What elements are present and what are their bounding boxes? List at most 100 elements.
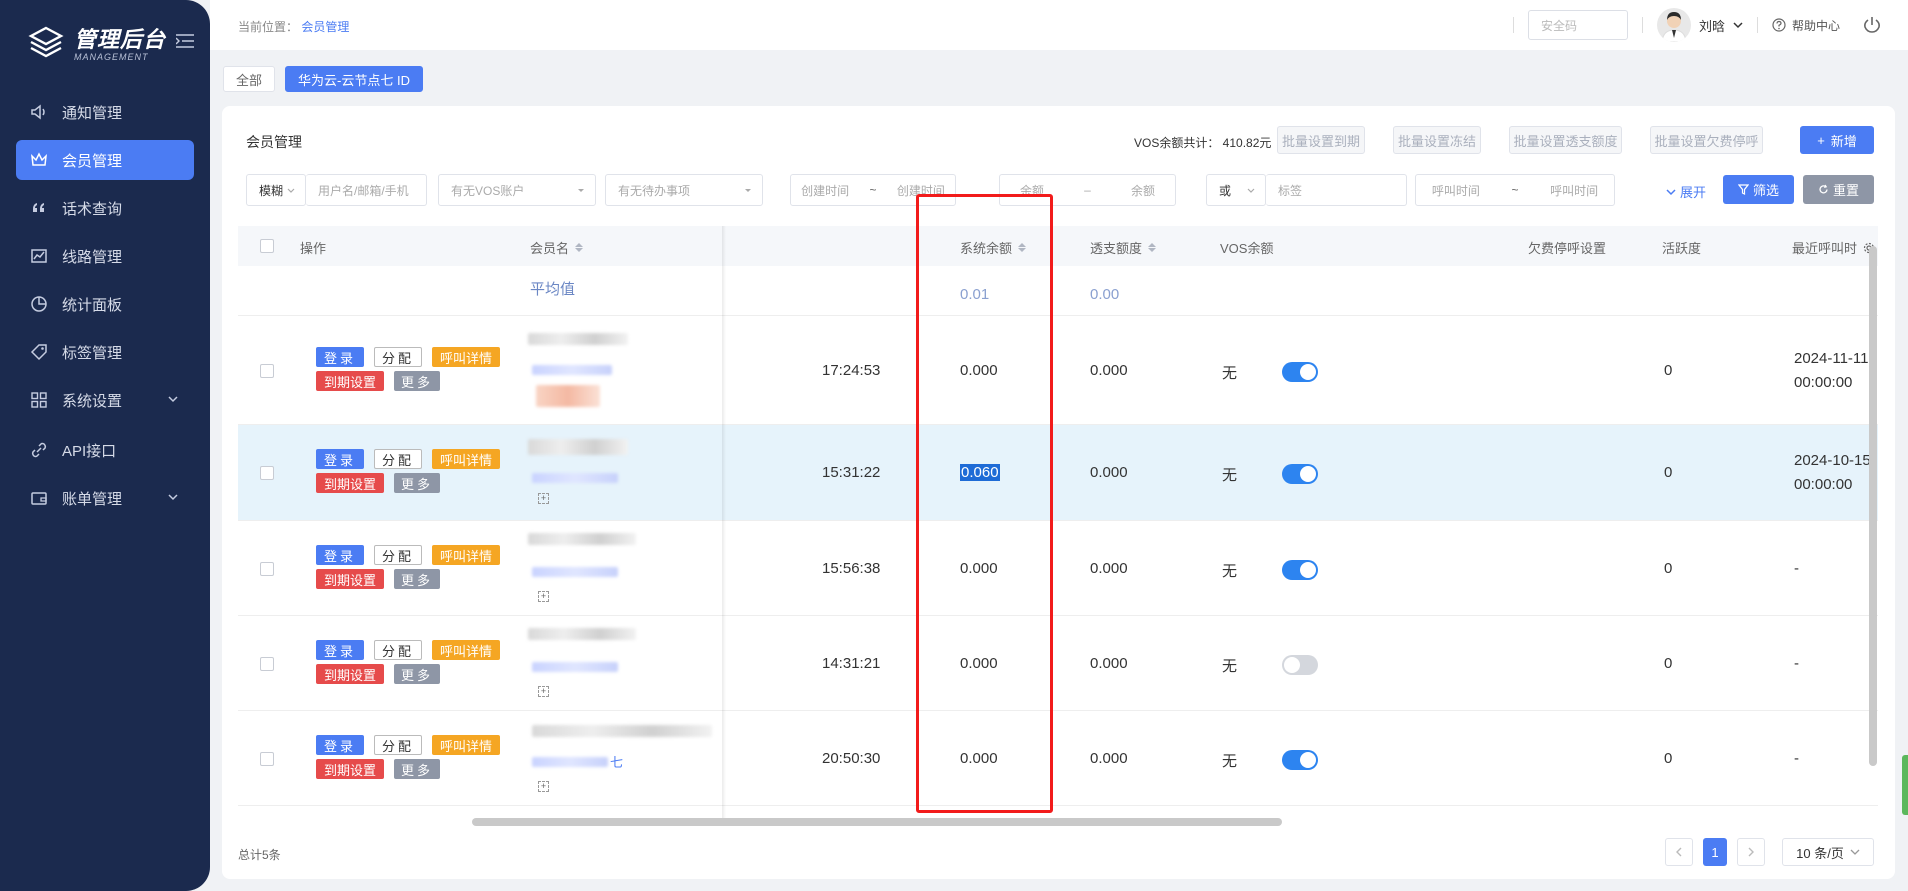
overdraft: 0.000 <box>1090 655 1128 672</box>
stop-call-toggle[interactable] <box>1282 560 1318 580</box>
add-tag-icon[interactable]: + <box>538 686 549 697</box>
stop-call-toggle[interactable] <box>1282 464 1318 484</box>
login-button[interactable]: 登录 <box>316 640 364 660</box>
sidebar-item-label: 账单管理 <box>62 490 123 508</box>
redacted-link <box>532 567 618 577</box>
more-button[interactable]: 更多 <box>394 371 440 391</box>
page-size-select[interactable]: 10 条/页 <box>1782 838 1874 866</box>
vertical-scrollbar[interactable] <box>1869 246 1877 766</box>
assign-button[interactable]: 分配 <box>374 347 422 367</box>
prev-page-button[interactable] <box>1665 838 1693 866</box>
expire-settings-button[interactable]: 到期设置 <box>316 473 384 493</box>
batch-freeze-button[interactable]: 批量设置冻结 <box>1393 126 1481 154</box>
match-mode-select[interactable]: 模糊 <box>246 174 306 206</box>
page-number[interactable]: 1 <box>1703 838 1727 866</box>
login-button[interactable]: 登录 <box>316 347 364 367</box>
member-name-cell: + <box>528 529 728 609</box>
row-checkbox[interactable] <box>260 364 274 378</box>
col-overdraft[interactable]: 透支额度 <box>1090 238 1157 257</box>
more-button[interactable]: 更多 <box>394 664 440 684</box>
sidebar-item-tags[interactable]: 标签管理 <box>16 332 194 372</box>
reset-button[interactable]: 重置 <box>1803 175 1874 204</box>
user-search-input[interactable]: 用户名/邮箱/手机 <box>306 174 427 206</box>
help-center-link[interactable]: 帮助中心 <box>1772 17 1840 34</box>
add-tag-icon[interactable]: + <box>538 493 549 504</box>
power-icon[interactable] <box>1862 15 1882 35</box>
edge-widget[interactable] <box>1902 755 1908 815</box>
assign-button[interactable]: 分配 <box>374 640 422 660</box>
more-button[interactable]: 更多 <box>394 569 440 589</box>
sidebar-item-label: 话术查询 <box>62 200 123 218</box>
batch-overdraft-button[interactable]: 批量设置透支额度 <box>1509 126 1622 154</box>
call-to: 呼叫时间 <box>1550 183 1599 198</box>
app-logo[interactable]: 管理后台 MANAGEMENT <box>28 22 166 62</box>
assign-button[interactable]: 分配 <box>374 735 422 755</box>
tag-current-node[interactable]: 华为云-云节点七 ID <box>285 66 423 92</box>
sidebar-item-api[interactable]: API接口 <box>16 430 194 470</box>
stop-call-toggle[interactable] <box>1282 750 1318 770</box>
menu-collapse-icon[interactable] <box>176 34 194 48</box>
todo-select[interactable]: 有无待办事项 <box>605 174 763 206</box>
call-detail-button[interactable]: 呼叫详情 <box>432 640 500 660</box>
sidebar-item-members[interactable]: 会员管理 <box>16 140 194 180</box>
member-table: 操作 会员名 系统余额 透支额度 VOS余额 欠费停呼设置 活跃度 最近呼叫时 <box>238 226 1878 826</box>
login-button[interactable]: 登录 <box>316 545 364 565</box>
last-call-time: 00:00:00 <box>1794 374 1853 391</box>
link-icon <box>30 441 48 459</box>
call-detail-button[interactable]: 呼叫详情 <box>432 347 500 367</box>
call-time-range[interactable]: 呼叫时间 ~ 呼叫时间 <box>1415 174 1615 206</box>
user-menu[interactable]: 刘晗 <box>1656 8 1743 42</box>
stop-call-toggle[interactable] <box>1282 362 1318 382</box>
stop-call-toggle[interactable] <box>1282 655 1318 675</box>
assign-button[interactable]: 分配 <box>374 449 422 469</box>
add-member-button[interactable]: + 新增 <box>1800 126 1874 154</box>
range-sep: ~ <box>869 183 877 197</box>
expire-settings-button[interactable]: 到期设置 <box>316 759 384 779</box>
tag-all[interactable]: 全部 <box>223 66 276 92</box>
row-checkbox[interactable] <box>260 752 274 766</box>
crown-icon <box>30 151 48 169</box>
expire-settings-button[interactable]: 到期设置 <box>316 664 384 684</box>
sidebar-item-billing[interactable]: 账单管理 <box>16 478 194 518</box>
row-checkbox[interactable] <box>260 657 274 671</box>
call-detail-button[interactable]: 呼叫详情 <box>432 449 500 469</box>
expire-settings-button[interactable]: 到期设置 <box>316 569 384 589</box>
scrollbar-thumb[interactable] <box>472 818 1282 826</box>
sidebar-item-notify[interactable]: 通知管理 <box>16 92 194 132</box>
row-checkbox[interactable] <box>260 562 274 576</box>
overdraft: 0.000 <box>1090 464 1128 481</box>
expire-settings-button[interactable]: 到期设置 <box>316 371 384 391</box>
login-button[interactable]: 登录 <box>316 735 364 755</box>
row-checkbox[interactable] <box>260 466 274 480</box>
batch-expire-button[interactable]: 批量设置到期 <box>1277 126 1365 154</box>
login-button[interactable]: 登录 <box>316 449 364 469</box>
batch-stop-call-button[interactable]: 批量设置欠费停呼 <box>1650 126 1763 154</box>
breadcrumb-current[interactable]: 会员管理 <box>301 20 349 34</box>
call-detail-button[interactable]: 呼叫详情 <box>432 545 500 565</box>
security-code-input[interactable]: 安全码 <box>1527 10 1628 40</box>
select-all-checkbox[interactable] <box>260 239 274 253</box>
more-button[interactable]: 更多 <box>394 473 440 493</box>
sidebar-item-script[interactable]: 话术查询 <box>16 188 194 228</box>
vos-balance: 无 <box>1222 365 1238 382</box>
member-link-suffix[interactable]: 七 <box>610 752 623 771</box>
sidebar-item-lines[interactable]: 线路管理 <box>16 236 194 276</box>
call-detail-button[interactable]: 呼叫详情 <box>432 735 500 755</box>
last-call-time: 00:00:00 <box>1794 476 1853 493</box>
filter-button[interactable]: 筛选 <box>1723 175 1794 204</box>
more-button[interactable]: 更多 <box>394 759 440 779</box>
next-page-button[interactable] <box>1737 838 1765 866</box>
sidebar-item-stats[interactable]: 统计面板 <box>16 284 194 324</box>
scrollbar-thumb[interactable] <box>1869 246 1877 766</box>
table-row: 登录 分配 呼叫详情 到期设置 更多 + 15:31:22 0.060 0.00… <box>238 425 1878 521</box>
sidebar-item-settings[interactable]: 系统设置 <box>16 380 194 420</box>
add-tag-icon[interactable]: + <box>538 591 549 602</box>
assign-button[interactable]: 分配 <box>374 545 422 565</box>
add-tag-icon[interactable]: + <box>538 781 549 792</box>
logic-select[interactable]: 或 <box>1206 174 1266 206</box>
col-member[interactable]: 会员名 <box>530 238 584 257</box>
horizontal-scrollbar[interactable] <box>472 818 1872 826</box>
expand-filters-link[interactable]: 展开 <box>1666 182 1706 201</box>
tag-input[interactable]: 标签 <box>1266 174 1407 206</box>
vos-account-select[interactable]: 有无VOS账户 <box>438 174 596 206</box>
